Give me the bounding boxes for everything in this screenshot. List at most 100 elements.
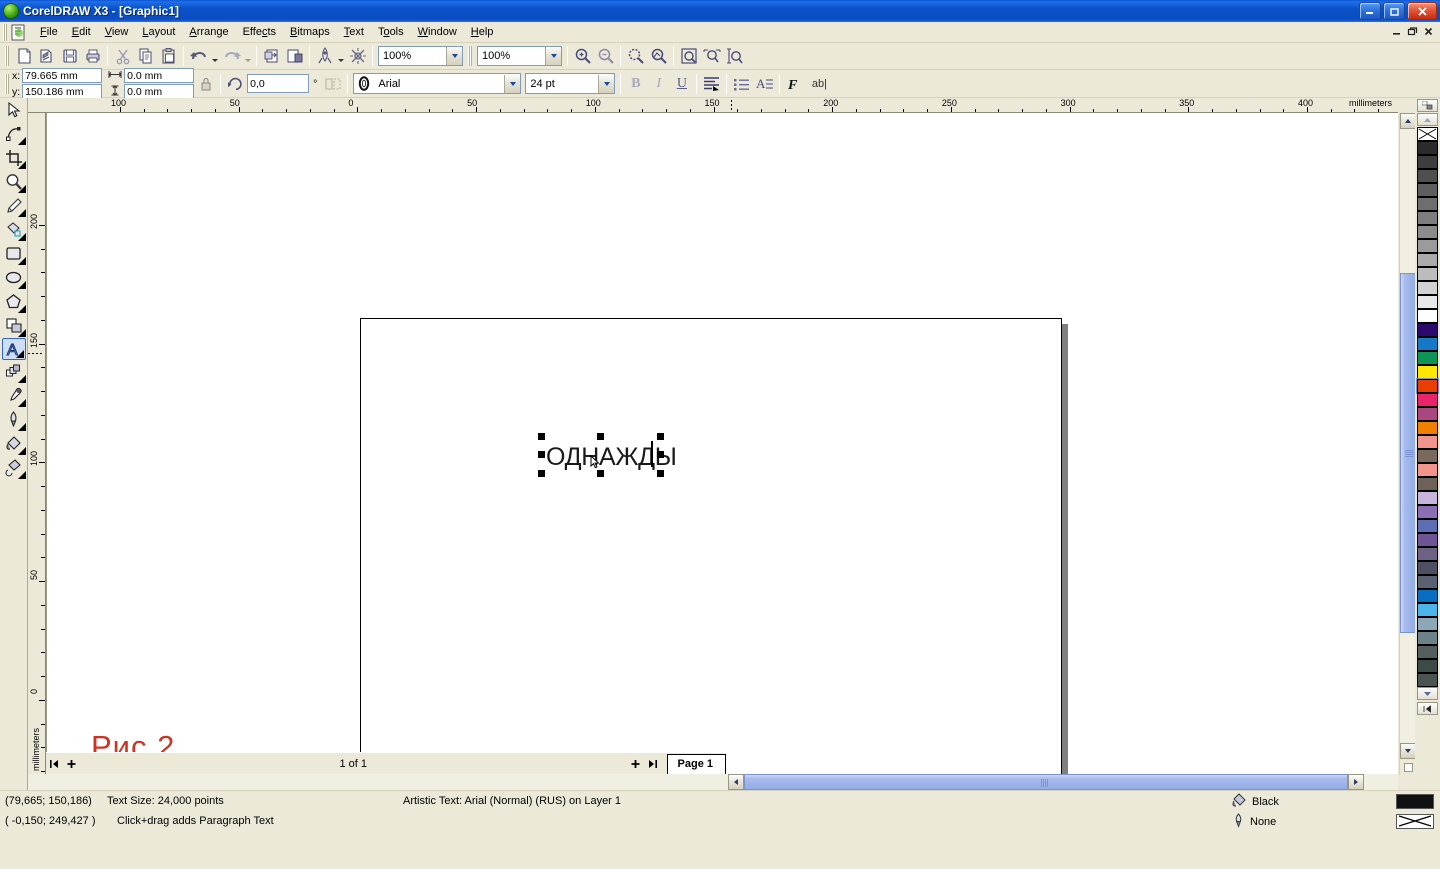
zoom-to-all-objects-icon[interactable]	[647, 45, 670, 67]
paste-icon[interactable]	[157, 45, 180, 67]
palette-swatch[interactable]	[1417, 337, 1438, 351]
palette-swatch[interactable]	[1417, 267, 1438, 281]
menu-item-view[interactable]: View	[98, 24, 136, 40]
eyedropper-tool[interactable]	[1, 384, 27, 408]
menu-item-file[interactable]: File	[33, 24, 65, 40]
palette-swatch[interactable]	[1417, 659, 1438, 673]
fill-tool[interactable]	[1, 432, 27, 456]
font-family-combo[interactable]: Arial	[353, 73, 522, 94]
shape-tool[interactable]	[1, 122, 27, 146]
underline-button[interactable]: U	[670, 73, 693, 95]
cut-icon[interactable]	[111, 45, 134, 67]
palette-swatch[interactable]	[1417, 169, 1438, 183]
flyout-arrow[interactable]	[17, 185, 26, 193]
palette-swatch[interactable]	[1417, 323, 1438, 337]
flyout-arrow[interactable]	[17, 305, 26, 313]
flyout-arrow[interactable]	[17, 471, 26, 479]
freehand-tool[interactable]	[1, 194, 27, 218]
palette-scroll-down-icon[interactable]	[1417, 687, 1438, 700]
launcher-dropdown-arrow[interactable]	[336, 45, 346, 67]
menu-item-edit[interactable]: Edit	[65, 24, 98, 40]
horizontal-scroll-thumb[interactable]	[744, 774, 1348, 790]
standard-toolbar-grip[interactable]	[5, 46, 9, 66]
scroll-up-button[interactable]	[1400, 113, 1416, 129]
selection-handle-e[interactable]	[657, 451, 664, 458]
palette-swatch[interactable]	[1417, 309, 1438, 323]
palette-expand-icon[interactable]	[1417, 702, 1438, 715]
polygon-tool[interactable]	[1, 290, 27, 314]
palette-swatch[interactable]	[1417, 197, 1438, 211]
document-page[interactable]	[360, 318, 1062, 775]
palette-swatch[interactable]	[1417, 617, 1438, 631]
selection-handle-n[interactable]	[597, 433, 604, 440]
flyout-arrow[interactable]	[17, 161, 26, 169]
selection-handle-se[interactable]	[657, 470, 664, 477]
undo-dropdown-arrow[interactable]	[210, 45, 220, 67]
palette-swatch[interactable]	[1417, 183, 1438, 197]
palette-swatch[interactable]	[1417, 449, 1438, 463]
zoom-to-page-icon[interactable]	[677, 45, 700, 67]
minimize-button[interactable]	[1359, 2, 1381, 20]
basic-shapes-tool[interactable]	[1, 314, 27, 338]
flyout-arrow[interactable]	[17, 209, 26, 217]
scroll-right-button[interactable]	[1348, 774, 1364, 790]
palette-swatch[interactable]	[1417, 463, 1438, 477]
flyout-arrow[interactable]	[17, 375, 26, 383]
menu-item-layout[interactable]: Layout	[135, 24, 182, 40]
flyout-arrow[interactable]	[17, 257, 26, 265]
pick-tool[interactable]	[1, 98, 27, 122]
ellipse-tool[interactable]	[1, 266, 27, 290]
outline-color-status[interactable]: None	[1232, 813, 1276, 831]
vertical-ruler[interactable]: 200 150 100 50 0 millimeters	[28, 113, 46, 775]
italic-button[interactable]: I	[647, 73, 670, 95]
zoom-in-icon[interactable]	[571, 45, 594, 67]
palette-swatch[interactable]	[1417, 631, 1438, 645]
rectangle-tool[interactable]	[1, 242, 27, 266]
maximize-button[interactable]	[1383, 2, 1405, 20]
vertical-scroll-thumb[interactable]	[1400, 273, 1416, 633]
rotation-angle-field[interactable]: 0,0	[247, 74, 310, 93]
selection-handle-ne[interactable]	[657, 433, 664, 440]
menu-item-text[interactable]: Text	[337, 24, 371, 40]
horizontal-scrollbar[interactable]	[28, 774, 1398, 790]
last-page-icon[interactable]	[644, 755, 661, 772]
import-icon[interactable]	[260, 45, 283, 67]
character-formatting-icon[interactable]: F	[783, 73, 806, 95]
palette-swatch[interactable]	[1417, 491, 1438, 505]
palette-swatch[interactable]	[1417, 351, 1438, 365]
new-document-icon[interactable]	[12, 45, 35, 67]
selection-handle-w[interactable]	[538, 451, 545, 458]
redo-dropdown-arrow[interactable]	[243, 45, 253, 67]
chevron-down-icon[interactable]	[446, 47, 462, 65]
palette-swatch[interactable]	[1417, 155, 1438, 169]
interactive-blend-tool[interactable]	[1, 360, 27, 384]
palette-swatch[interactable]	[1417, 533, 1438, 547]
scroll-down-button[interactable]	[1400, 743, 1416, 759]
close-button[interactable]	[1407, 2, 1437, 20]
zoom-level-combo-1[interactable]: 100%	[378, 46, 463, 66]
fill-color-status[interactable]: Black	[1232, 793, 1279, 810]
palette-swatch[interactable]	[1417, 281, 1438, 295]
corel-online-icon[interactable]	[346, 45, 369, 67]
menu-item-arrange[interactable]: Arrange	[182, 24, 235, 40]
palette-swatch[interactable]	[1417, 365, 1438, 379]
zoom-level-combo-2[interactable]: 100%	[477, 46, 562, 66]
redo-icon[interactable]	[220, 45, 243, 67]
first-page-icon[interactable]	[46, 755, 63, 772]
palette-swatch[interactable]	[1417, 477, 1438, 491]
zoom-to-page-width-icon[interactable]	[700, 45, 723, 67]
flyout-arrow[interactable]	[17, 447, 26, 455]
palette-swatch[interactable]	[1417, 421, 1438, 435]
mdi-restore-button[interactable]	[1405, 24, 1420, 39]
palette-swatch[interactable]	[1417, 575, 1438, 589]
flyout-arrow[interactable]	[17, 329, 26, 337]
palette-swatch[interactable]	[1417, 253, 1438, 267]
flyout-arrow[interactable]	[17, 423, 26, 431]
flyout-arrow[interactable]	[17, 233, 26, 241]
page-tab-page-1[interactable]: Page 1	[666, 753, 726, 774]
palette-scroll-up-icon[interactable]	[1417, 113, 1438, 126]
palette-swatch[interactable]	[1417, 505, 1438, 519]
scroll-left-button[interactable]	[728, 774, 744, 790]
y-coordinate-field[interactable]: 150.186 mm	[22, 84, 103, 99]
print-icon[interactable]	[81, 45, 104, 67]
